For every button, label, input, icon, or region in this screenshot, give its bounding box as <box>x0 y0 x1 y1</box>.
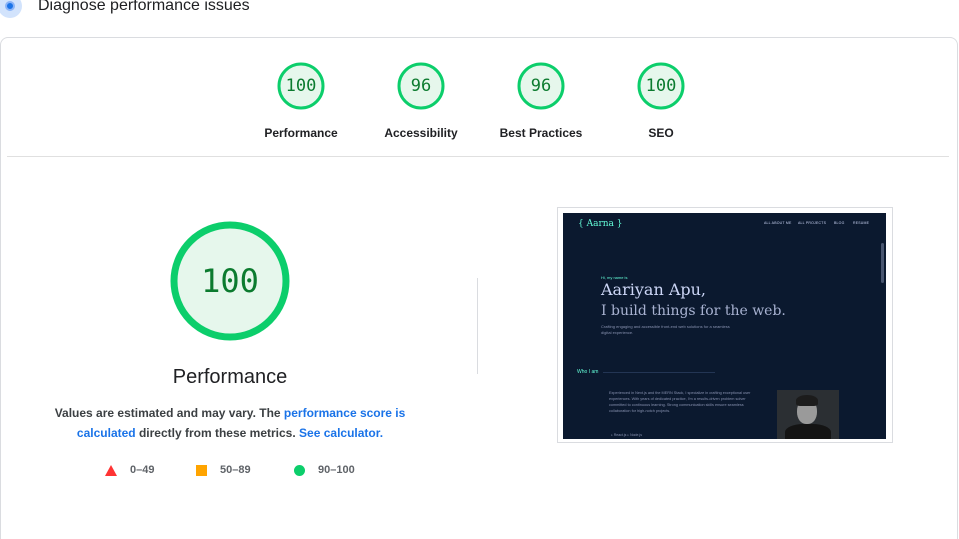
site-section-heading: Who I am <box>577 369 599 375</box>
gauge-seo[interactable]: 100 SEO <box>601 62 721 140</box>
site-nav-item: ALL PROJECTS <box>798 221 827 225</box>
category-gauges: 100 Performance 96 Accessibility 96 Best… <box>241 62 721 142</box>
legend-average: 50–89 <box>196 462 251 478</box>
performance-score: 100 <box>201 262 259 300</box>
site-logo: { Aarna } <box>578 219 623 229</box>
calculator-link[interactable]: See calculator. <box>299 426 383 440</box>
desc-middle: directly from these metrics. <box>135 426 300 440</box>
section-title: Diagnose performance issues <box>38 0 250 14</box>
profile-photo <box>777 390 839 439</box>
gauge-ring: 96 <box>517 62 565 110</box>
site-scrollbar <box>881 243 884 283</box>
gauge-accessibility[interactable]: 96 Accessibility <box>361 62 481 140</box>
legend-fail: 0–49 <box>105 462 154 478</box>
site-nav-item: RESUME <box>853 221 870 225</box>
square-icon <box>196 464 207 476</box>
triangle-icon <box>105 464 117 476</box>
gauge-score: 96 <box>530 76 552 96</box>
divider <box>7 156 949 157</box>
legend-pass: 90–100 <box>294 462 355 478</box>
gauge-ring: 96 <box>397 62 445 110</box>
legend-range: 0–49 <box>130 464 155 476</box>
gauge-label: Best Practices <box>499 126 583 140</box>
legend-range: 50–89 <box>220 464 251 476</box>
performance-title: Performance <box>172 366 288 388</box>
performance-gauge: 100 <box>169 220 291 342</box>
site-nav-item: BLOG <box>834 221 845 225</box>
site-name: Aariyan Apu, <box>601 280 707 299</box>
gauge-performance[interactable]: 100 Performance <box>241 62 361 140</box>
site-skills: ▹ React.js ▹ Node.js <box>611 433 642 437</box>
lighthouse-icon <box>0 0 22 18</box>
gauge-ring: 100 <box>277 62 325 110</box>
gauge-label: Accessibility <box>384 126 458 140</box>
gauge-label: Performance <box>264 126 338 140</box>
gauge-ring: 100 <box>637 62 685 110</box>
performance-description: Values are estimated and may vary. The p… <box>45 403 415 443</box>
site-subtitle: Crafting engaging and accessible front-e… <box>601 324 730 335</box>
desc-prefix: Values are estimated and may vary. The <box>54 406 284 420</box>
gauge-label: SEO <box>648 126 674 140</box>
legend-range: 90–100 <box>318 464 355 476</box>
screenshot-image: { Aarna } ALL ABOUT ME ALL PROJECTS BLOG… <box>563 213 886 439</box>
gauge-best-practices[interactable]: 96 Best Practices <box>481 62 601 140</box>
site-nav-item: ALL ABOUT ME <box>764 221 792 225</box>
gauge-score: 96 <box>410 76 432 96</box>
vertical-divider <box>477 278 478 374</box>
gauge-score: 100 <box>645 76 677 96</box>
score-legend: 0–49 50–89 90–100 <box>105 462 385 478</box>
site-bio: Experienced in Next.js and the MERN Stac… <box>609 391 751 413</box>
gauge-score: 100 <box>285 76 317 96</box>
site-section-line <box>603 372 715 373</box>
site-tagline: I build things for the web. <box>601 303 786 319</box>
final-screenshot[interactable]: { Aarna } ALL ABOUT ME ALL PROJECTS BLOG… <box>557 207 893 443</box>
circle-icon <box>294 464 305 476</box>
